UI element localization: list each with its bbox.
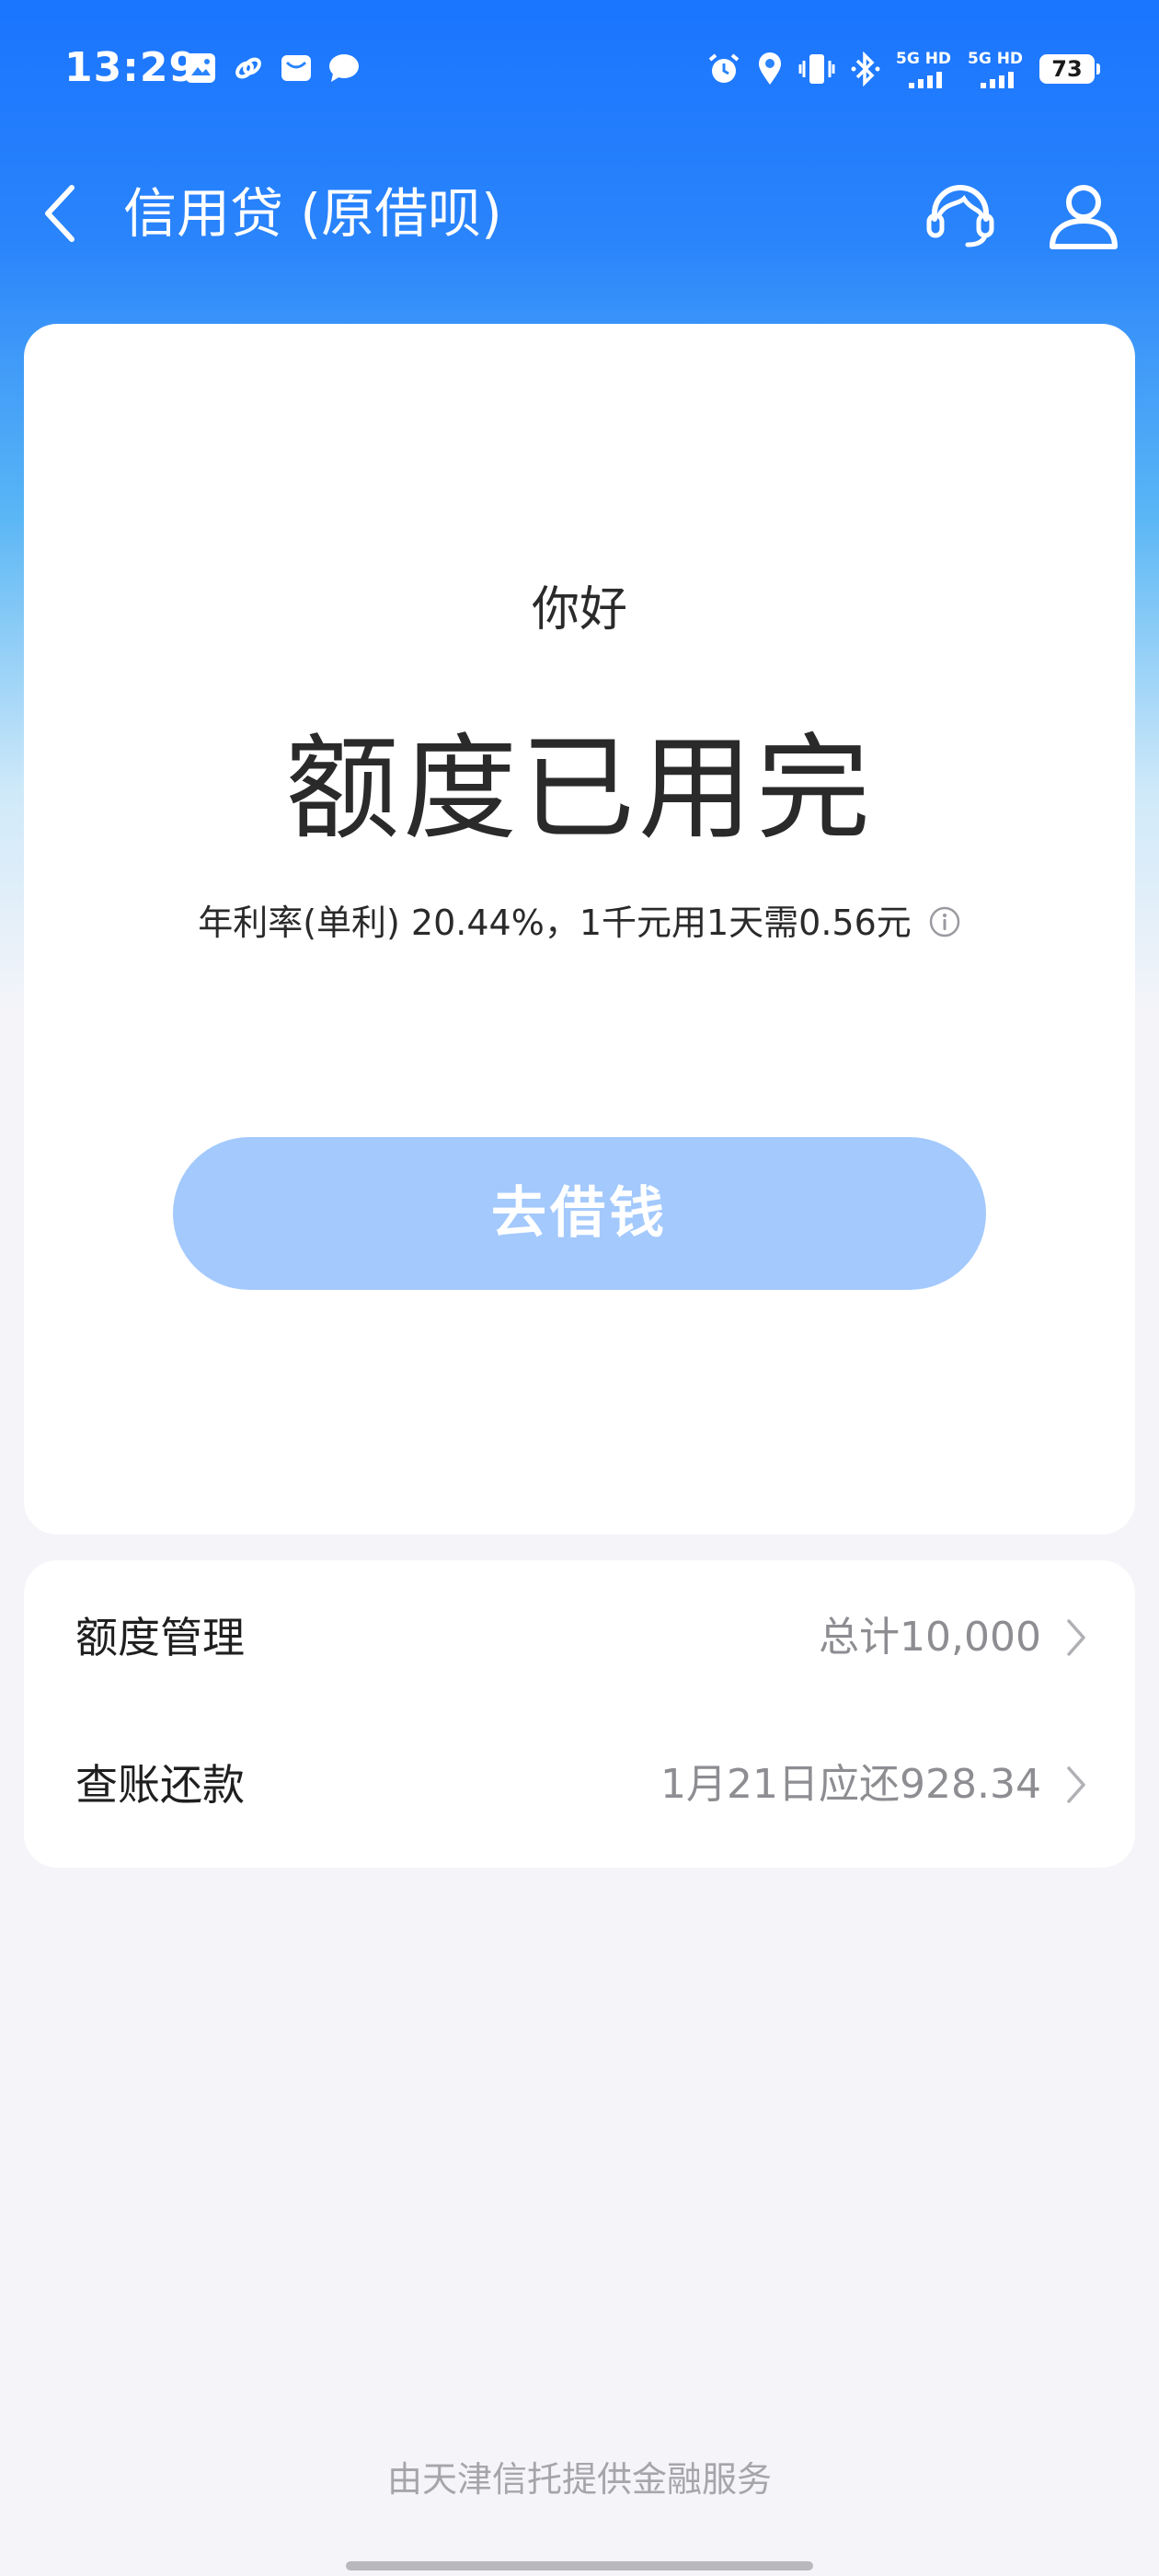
location-icon [759, 52, 781, 85]
menu-item-label: 额度管理 [75, 1613, 245, 1662]
mail-icon [280, 52, 313, 85]
credit-management-row[interactable]: 额度管理 总计10,000 [24, 1564, 1135, 1711]
back-button[interactable] [28, 178, 98, 248]
bill-repayment-row[interactable]: 查账还款 1月21日应还928.34 [24, 1711, 1135, 1858]
credit-summary-card: 你好 额度已用完 年利率(单利) 20.44%，1千元用1天需0.56元 去借钱 [24, 324, 1135, 1535]
page-title: 信用贷 (原借呗) [123, 182, 502, 245]
alarm-icon [708, 53, 740, 83]
greeting-text: 你好 [531, 582, 627, 638]
chat-bubble-icon [327, 52, 361, 85]
battery-indicator: 73 [1039, 54, 1100, 84]
nav-bar: 信用贷 (原借呗) [0, 156, 1159, 267]
chevron-right-icon [1067, 1766, 1085, 1803]
status-right-group: 5G HD 5G HD 73 [706, 50, 1100, 88]
credit-status-headline: 额度已用完 [284, 723, 874, 856]
info-icon[interactable] [928, 905, 961, 938]
borrow-button[interactable]: 去借钱 [173, 1137, 986, 1290]
menu-item-value: 总计10,000 [819, 1614, 1041, 1661]
notification-icons [184, 52, 361, 85]
chevron-right-icon [1067, 1619, 1085, 1656]
signal-indicator-2: 5G HD [968, 50, 1025, 88]
signal-1-label: 5G HD [896, 50, 952, 68]
image-icon [184, 52, 217, 85]
menu-item-value: 1月21日应还928.34 [660, 1761, 1041, 1808]
footer-provider-text: 由天津信托提供金融服务 [386, 2459, 772, 2500]
profile-button[interactable] [1045, 177, 1122, 254]
bluetooth-icon [851, 52, 880, 86]
home-indicator[interactable] [346, 2561, 813, 2570]
user-icon [1050, 185, 1118, 249]
link-icon [232, 52, 265, 85]
customer-service-button[interactable] [922, 177, 999, 254]
status-time: 13:29 [64, 44, 199, 91]
signal-indicator-1: 5G HD [896, 50, 953, 88]
headset-icon [926, 185, 994, 247]
interest-rate-line: 年利率(单利) 20.44%，1千元用1天需0.56元 [24, 894, 1135, 945]
vibrate-icon [798, 54, 835, 84]
chevron-left-icon [45, 185, 75, 242]
interest-rate-text: 年利率(单利) 20.44%，1千元用1天需0.56元 [198, 903, 912, 943]
menu-item-label: 查账还款 [75, 1760, 245, 1810]
status-bar: 13:29 5G HD 5G HD 73 [0, 0, 1159, 138]
menu-card: 额度管理 总计10,000 查账还款 1月21日应还928.34 [24, 1560, 1135, 1868]
signal-2-label: 5G HD [968, 50, 1024, 68]
